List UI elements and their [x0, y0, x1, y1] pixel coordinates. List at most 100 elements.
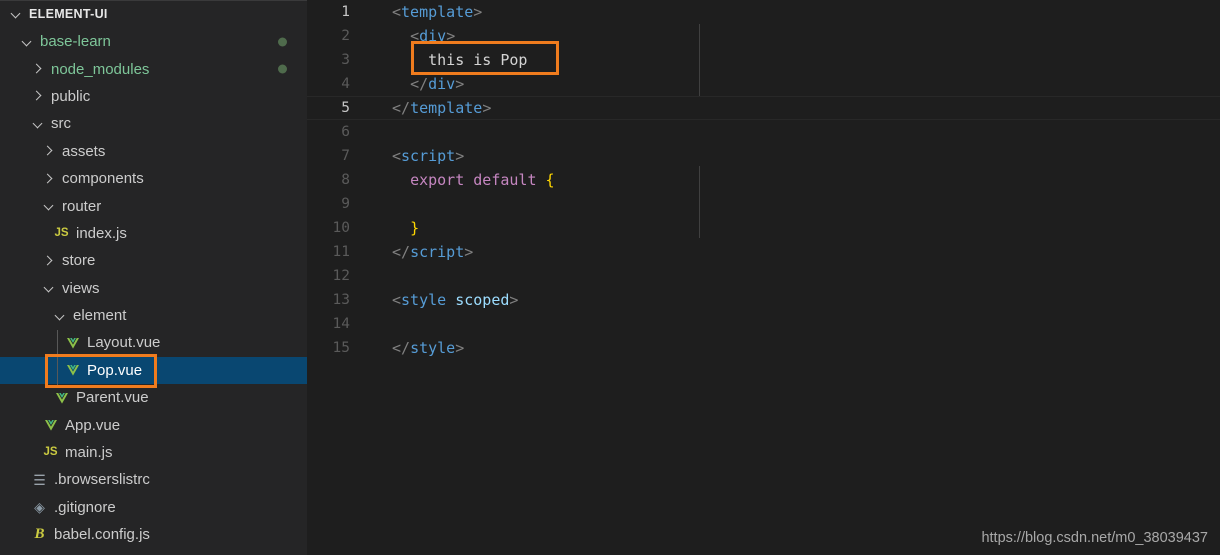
tree-item-public[interactable]: public: [0, 83, 307, 110]
editor-indent-guide: [699, 166, 700, 238]
code-line[interactable]: 3 this is Pop: [307, 48, 1220, 72]
code-line[interactable]: 10 }: [307, 216, 1220, 240]
explorer-root-label: ELEMENT-UI: [29, 7, 108, 21]
tree-item-router[interactable]: router: [0, 192, 307, 219]
tree-item-index-js[interactable]: JS index.js: [0, 220, 307, 247]
code-text[interactable]: export default {: [358, 171, 555, 189]
tree-item-node-modules[interactable]: node_modules: [0, 55, 307, 82]
chevron-down-icon[interactable]: [8, 6, 24, 22]
code-line[interactable]: 15 </style>: [307, 336, 1220, 360]
tree-item-label: store: [62, 252, 96, 270]
babel-icon: B: [34, 526, 45, 543]
vue-file-icon: [52, 390, 71, 405]
chevron-right-icon[interactable]: [30, 88, 46, 104]
line-number: 1: [341, 4, 350, 20]
line-number: 10: [332, 220, 350, 236]
code-line[interactable]: 8 export default {: [307, 168, 1220, 192]
line-number: 14: [332, 316, 350, 332]
tree-item-assets[interactable]: assets: [0, 138, 307, 165]
code-text[interactable]: <div>: [358, 27, 455, 45]
line-number: 8: [341, 172, 350, 188]
code-text[interactable]: }: [358, 219, 419, 237]
code-line[interactable]: 9: [307, 192, 1220, 216]
line-number: 9: [341, 196, 350, 212]
explorer-root-ELEMENT-UI[interactable]: ELEMENT-UI: [0, 0, 307, 28]
tree-item-label: babel.config.js: [54, 526, 150, 544]
code-text[interactable]: <template>: [358, 3, 482, 21]
code-line[interactable]: 12: [307, 264, 1220, 288]
tree-item-label: Layout.vue: [87, 334, 161, 352]
tree-item-components[interactable]: components: [0, 165, 307, 192]
tree-item-src[interactable]: src: [0, 110, 307, 137]
tree-item-label: main.js: [65, 444, 113, 462]
tree-item-store[interactable]: store: [0, 247, 307, 274]
vue-file-icon: [41, 418, 60, 433]
code-line[interactable]: 5 </template>: [307, 96, 1220, 120]
line-number: 3: [341, 52, 350, 68]
code-line[interactable]: 11 </script>: [307, 240, 1220, 264]
tree-item-label: .gitignore: [54, 498, 116, 516]
code-line[interactable]: 6: [307, 120, 1220, 144]
chevron-right-icon[interactable]: [30, 61, 46, 77]
tree-item-pop-vue[interactable]: Pop.vue: [0, 356, 307, 385]
tree-item-parent-vue[interactable]: Parent.vue: [0, 384, 307, 411]
line-number: 7: [341, 148, 350, 164]
line-number: 11: [332, 244, 350, 260]
tree-item-babel-config-js[interactable]: Bbabel.config.js: [0, 521, 307, 548]
code-text[interactable]: </div>: [358, 75, 464, 93]
code-line[interactable]: 2 <div>: [307, 24, 1220, 48]
chevron-down-icon[interactable]: [19, 34, 35, 50]
tree-item-label: App.vue: [65, 416, 121, 434]
vue-file-icon: [63, 363, 82, 378]
code-text[interactable]: </template>: [358, 99, 491, 117]
tree-item-gitignore[interactable]: ◈ .gitignore: [0, 494, 307, 521]
line-number: 4: [341, 76, 350, 92]
file-tree[interactable]: base-learn node_modules public src assets com…: [0, 28, 307, 548]
tree-item-layout-vue[interactable]: Layout.vue: [0, 329, 307, 356]
vscode-window: ELEMENT-UI base-learn node_modules public s…: [0, 0, 1220, 555]
code-text[interactable]: <script>: [358, 147, 464, 165]
tree-item-browserslistrc[interactable]: ☰ .browserslistrc: [0, 466, 307, 493]
js-file-icon: JS: [54, 226, 69, 239]
tree-item-app-vue[interactable]: App.vue: [0, 411, 307, 438]
line-number: 15: [332, 340, 350, 356]
tree-item-label: Pop.vue: [87, 361, 143, 379]
code-editor[interactable]: 1 <template> 2 <div> 3 this is Pop 4 </div> 5…: [307, 0, 1220, 555]
tree-item-label: base-learn: [40, 33, 111, 51]
git-status-dot-icon: [278, 37, 287, 47]
tree-item-base-learn[interactable]: base-learn: [0, 28, 307, 55]
chevron-right-icon[interactable]: [41, 253, 57, 269]
tree-item-views[interactable]: views: [0, 275, 307, 302]
code-text[interactable]: </script>: [358, 243, 473, 261]
tree-item-main-js[interactable]: JS main.js: [0, 439, 307, 466]
chevron-down-icon[interactable]: [41, 280, 57, 296]
chevron-right-icon[interactable]: [41, 143, 57, 159]
tree-item-label: router: [62, 197, 102, 215]
explorer-sidebar[interactable]: ELEMENT-UI base-learn node_modules public s…: [0, 0, 307, 555]
vue-file-icon: [63, 335, 82, 350]
tree-item-label: assets: [62, 142, 106, 160]
tree-item-label: components: [62, 170, 144, 188]
git-status-dot-icon: [278, 64, 287, 74]
chevron-down-icon[interactable]: [52, 308, 68, 324]
tree-item-label: .browserslistrc: [54, 471, 150, 489]
code-line[interactable]: 13 <style scoped>: [307, 288, 1220, 312]
code-line[interactable]: 14: [307, 312, 1220, 336]
chevron-down-icon[interactable]: [41, 198, 57, 214]
code-text[interactable]: </style>: [358, 339, 464, 357]
code-line[interactable]: 7 <script>: [307, 144, 1220, 168]
chevron-right-icon[interactable]: [41, 171, 57, 187]
chevron-down-icon[interactable]: [30, 116, 46, 132]
code-line[interactable]: 4 </div>: [307, 72, 1220, 96]
code-text[interactable]: this is Pop: [358, 51, 527, 69]
tree-item-label: element: [73, 307, 127, 325]
code-lines[interactable]: 1 <template> 2 <div> 3 this is Pop 4 </div> 5…: [307, 0, 1220, 360]
tree-item-label: Parent.vue: [76, 389, 149, 407]
editor-indent-guide: [699, 24, 700, 96]
line-number: 12: [332, 268, 350, 284]
tree-item-element[interactable]: element: [0, 302, 307, 329]
tree-item-label: src: [51, 115, 71, 133]
code-text[interactable]: <style scoped>: [358, 291, 518, 309]
code-line[interactable]: 1 <template>: [307, 0, 1220, 24]
tree-indent-guide: [57, 330, 58, 388]
